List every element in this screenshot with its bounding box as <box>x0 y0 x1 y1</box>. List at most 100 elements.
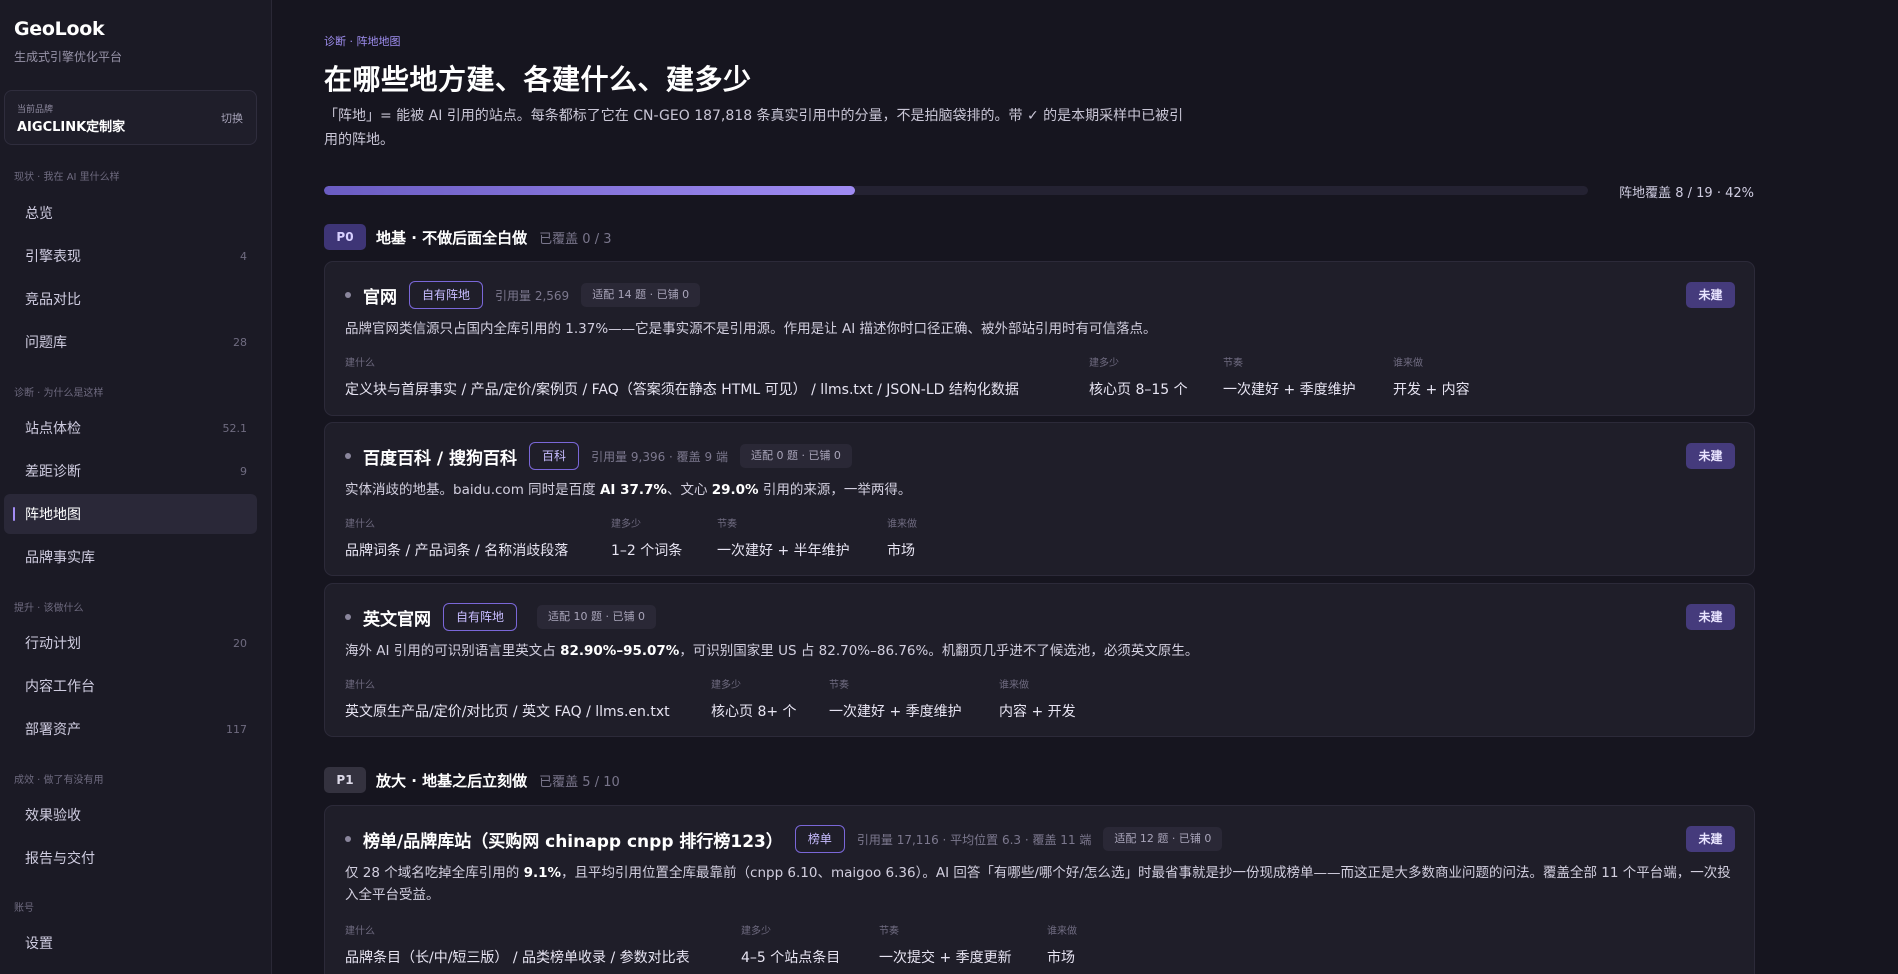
desc-highlight: 82.90%–95.07% <box>560 643 680 659</box>
coverage-progress-bar <box>324 186 1588 195</box>
sidebar-item-count: 4 <box>240 249 247 263</box>
sidebar-item-count: 28 <box>233 335 247 349</box>
col-who: 谁来做 市场 <box>887 515 917 560</box>
col-what: 建什么 定义块与首屏事实 / 产品/定价/案例页 / FAQ（答案须在静态 HTM… <box>345 354 1019 399</box>
sidebar-item-action-plan[interactable]: 行动计划 20 <box>4 623 257 663</box>
col-value: 一次建好 + 季度维护 <box>1223 382 1356 398</box>
col-howmany: 建多少 1–2 个词条 <box>611 515 682 560</box>
col-rhythm: 节奏 一次提交 + 季度更新 <box>879 922 1012 967</box>
position-card: 英文官网 自有阵地 适配 10 题 · 已铺 0 未建 海外 AI 引用的可识别… <box>324 583 1755 737</box>
status-button[interactable]: 未建 <box>1686 282 1735 308</box>
col-label: 节奏 <box>1223 358 1243 369</box>
sidebar-item-deploy-assets[interactable]: 部署资产 117 <box>4 709 257 749</box>
col-rhythm: 节奏一次建好 + 半年维护 <box>717 515 850 560</box>
sidebar-item-label: 报告与交付 <box>25 851 95 867</box>
col-value: 核心页 8–15 个 <box>1089 382 1188 398</box>
position-type-tag: 自有阵地 <box>409 281 484 309</box>
position-name: 英文官网 <box>363 609 431 630</box>
sidebar-item-label: 站点体检 <box>25 421 81 437</box>
col-value: 品牌词条 / 产品词条 / 名称消歧段落 <box>345 543 569 559</box>
col-label: 谁来做 <box>999 680 1029 691</box>
col-value: 一次提交 + 季度更新 <box>879 950 1012 966</box>
nav-section-status: 现状 · 我在 AI 里什么样 <box>14 172 120 183</box>
fit-pill: 适配 0 题 · 已铺 0 <box>739 444 852 468</box>
desc-text: 海外 AI 引用的可识别语言里英文占 <box>345 643 561 659</box>
group-title: 放大 · 地基之后立刻做 <box>376 771 528 790</box>
priority-badge: P0 <box>324 224 366 250</box>
position-description: 实体消歧的地基。baidu.com 同时是百度 AI 37.7%、文心 29.0… <box>345 479 1745 501</box>
sidebar-item-overview[interactable]: 总览 <box>4 193 257 233</box>
col-label: 建什么 <box>345 519 375 530</box>
app-brand: GeoLook 生成式引擎优化平台 <box>14 18 122 65</box>
group-coverage: 已覆盖 5 / 10 <box>539 774 620 790</box>
fit-pill: 适配 14 题 · 已铺 0 <box>581 283 701 307</box>
position-description: 品牌官网类信源只占国内全库引用的 1.37%——它是事实源不是引用源。作用是让 … <box>345 321 1157 337</box>
sidebar-item-label: 行动计划 <box>25 636 81 652</box>
col-label: 建多少 <box>741 926 771 937</box>
group-coverage: 已覆盖 0 / 3 <box>539 231 612 247</box>
desc-text: 引用的来源，一举两得。 <box>758 482 912 498</box>
col-who: 谁来做开发 + 内容 <box>1393 354 1470 399</box>
status-button[interactable]: 未建 <box>1686 604 1735 630</box>
nav-section-diagnosis: 诊断 · 为什么是这样 <box>14 388 104 399</box>
sidebar-item-position-map[interactable]: 阵地地图 <box>4 494 257 534</box>
sidebar-item-label: 竞品对比 <box>25 292 81 308</box>
desc-text: 、文心 <box>666 482 712 498</box>
card-header: 官网 自有阵地 引用量 2,569 适配 14 题 · 已铺 0 <box>345 280 701 310</box>
sidebar-item-gap-diagnosis[interactable]: 差距诊断 9 <box>4 451 257 491</box>
page-title: 在哪些地方建、各建什么、建多少 <box>324 63 752 96</box>
position-card: 榜单/品牌库站（买购网 chinapp cnpp 排行榜123） 榜单 引用量 … <box>324 805 1755 974</box>
sidebar-item-settings[interactable]: 设置 <box>4 923 257 963</box>
citation-meta: 引用量 17,116 · 平均位置 6.3 · 覆盖 11 端 <box>856 832 1092 847</box>
position-description: 仅 28 个域名吃掉全库引用的 9.1%，且平均引用位置全库最靠前（cnpp 6… <box>345 862 1735 906</box>
sidebar-item-count: 117 <box>226 722 247 736</box>
desc-text: 仅 28 个域名吃掉全库引用的 <box>345 865 524 881</box>
col-value: 市场 <box>887 543 915 559</box>
coverage-progress-fill <box>324 186 855 195</box>
nav-section-results: 成效 · 做了有没有用 <box>14 775 104 786</box>
position-card: 官网 自有阵地 引用量 2,569 适配 14 题 · 已铺 0 未建 品牌官网… <box>324 261 1755 416</box>
sidebar-item-report-delivery[interactable]: 报告与交付 <box>4 838 257 878</box>
position-name: 百度百科 / 搜狗百科 <box>363 448 518 469</box>
sidebar-item-label: 效果验收 <box>25 808 81 824</box>
sidebar-item-competitor-compare[interactable]: 竞品对比 <box>4 279 257 319</box>
desc-text: 实体消歧的地基。baidu.com 同时是百度 <box>345 482 600 498</box>
col-value: 核心页 8+ 个 <box>711 704 797 720</box>
sidebar: GeoLook 生成式引擎优化平台 当前品牌 AIGCLINK定制家 切换 现状… <box>0 0 272 974</box>
coverage-label: 阵地覆盖 8 / 19 · 42% <box>1619 186 1754 201</box>
bullet-dot-icon <box>345 292 351 298</box>
switch-brand-button[interactable]: 切换 <box>221 110 243 126</box>
sidebar-item-question-library[interactable]: 问题库 28 <box>4 322 257 362</box>
col-value: 开发 + 内容 <box>1393 382 1470 398</box>
col-label: 谁来做 <box>1393 358 1423 369</box>
sidebar-item-effect-check[interactable]: 效果验收 <box>4 795 257 835</box>
col-label: 节奏 <box>717 519 737 530</box>
sidebar-item-content-workbench[interactable]: 内容工作台 <box>4 666 257 706</box>
sidebar-item-brand-facts[interactable]: 品牌事实库 <box>4 537 257 577</box>
position-type-tag: 百科 <box>529 442 580 470</box>
col-value: 品牌条目（长/中/短三版） / 品类榜单收录 / 参数对比表 <box>345 950 690 966</box>
breadcrumb: 诊断 · 阵地地图 <box>324 35 401 48</box>
col-who: 谁来做 内容 + 开发 <box>999 676 1076 721</box>
sidebar-item-site-check[interactable]: 站点体检 52.1 <box>4 408 257 448</box>
col-label: 建多少 <box>611 519 641 530</box>
bullet-dot-icon <box>345 614 351 620</box>
nav-section-account: 账号 <box>14 903 34 914</box>
desc-highlight: 9.1% <box>523 865 562 881</box>
sidebar-item-engine-performance[interactable]: 引擎表现 4 <box>4 236 257 276</box>
group-header-p0: P0 地基 · 不做后面全白做 已覆盖 0 / 3 <box>324 224 611 250</box>
status-button[interactable]: 未建 <box>1686 443 1735 469</box>
sidebar-item-label: 部署资产 <box>25 722 81 738</box>
sidebar-item-label: 问题库 <box>25 335 67 351</box>
app-logo-name: GeoLook <box>14 18 105 40</box>
sidebar-item-label: 差距诊断 <box>25 464 81 480</box>
status-button[interactable]: 未建 <box>1686 826 1735 852</box>
col-value: 一次建好 + 半年维护 <box>717 543 850 559</box>
col-what: 建什么 品牌条目（长/中/短三版） / 品类榜单收录 / 参数对比表 <box>345 922 690 967</box>
sidebar-item-label: 设置 <box>25 936 53 952</box>
citation-meta: 引用量 9,396 · 覆盖 9 端 <box>591 449 728 464</box>
fit-pill: 适配 12 题 · 已铺 0 <box>1103 827 1223 851</box>
card-header: 百度百科 / 搜狗百科 百科 引用量 9,396 · 覆盖 9 端 适配 0 题… <box>345 441 852 471</box>
position-type-tag: 榜单 <box>794 825 845 853</box>
col-howmany: 建多少 核心页 8+ 个 <box>711 676 797 721</box>
